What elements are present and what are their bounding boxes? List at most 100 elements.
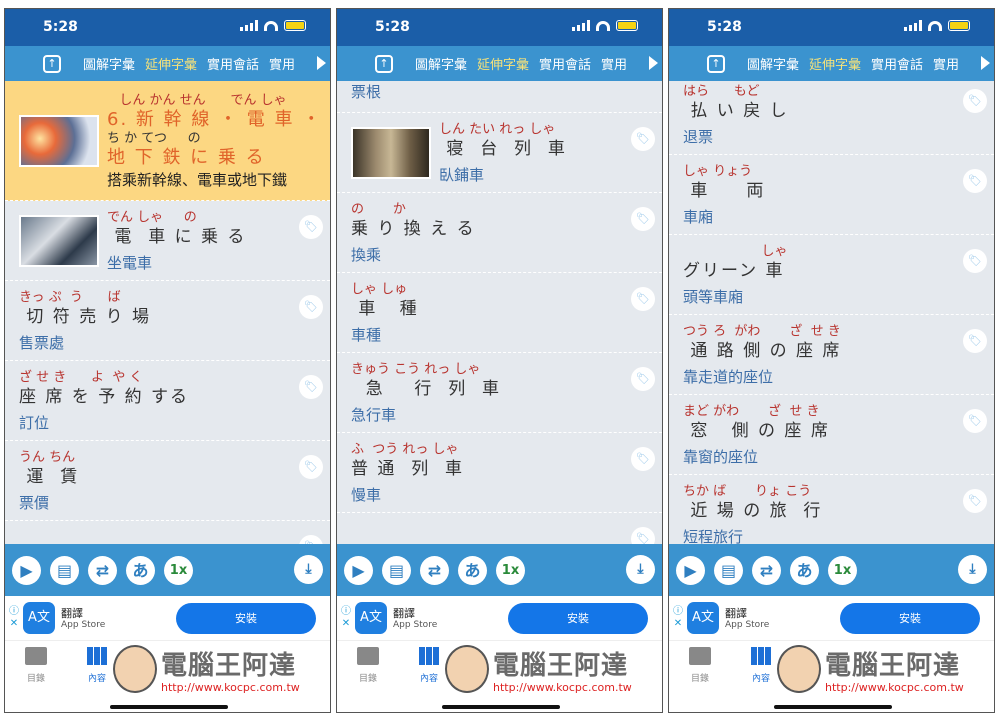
list-item[interactable]: うん ちん 運 賃票價 🏷	[5, 441, 330, 521]
list-item[interactable]: ちか ば りょ こう 近 場 の 旅 行短程旅行 🏷	[669, 475, 994, 544]
install-button[interactable]: 安裝	[176, 603, 316, 634]
bookmark-tag-icon[interactable]: 🏷	[631, 207, 655, 231]
list-item[interactable]: でん しゃ の 電 車 に 乗 る坐電車 🏷	[5, 201, 330, 281]
japanese-term: 切 符 売 り 場	[19, 306, 152, 327]
bottom-tab-1[interactable]: 內容	[751, 647, 771, 684]
script-icon[interactable]: ▤	[50, 555, 79, 585]
category-tabs: ↑ 圖解字彙 延伸字彙 實用會話 實用	[5, 46, 330, 81]
speed-button[interactable]: 1x	[164, 555, 193, 585]
bookmark-tag-icon[interactable]: 🏷	[963, 409, 987, 433]
list-item[interactable]: しゃ しゅ 車 種車種 🏷	[337, 273, 662, 353]
bookmark-tag-icon[interactable]: 🏷	[299, 535, 323, 544]
home-indicator[interactable]	[774, 705, 892, 709]
script-icon[interactable]: ▤	[714, 555, 743, 585]
bottom-tab-0[interactable]: 目錄	[25, 647, 47, 684]
section-header[interactable]: しん かん せん でん しゃ 6. 新 幹 線 ・ 電 車 ・ち か てつ の地 …	[5, 81, 330, 201]
bookmark-tag-icon[interactable]: 🏷	[299, 455, 323, 479]
ad-banner[interactable]: ⓘ ✕ A文 翻譯 App Store 安裝	[337, 596, 662, 641]
play-icon[interactable]: ▶	[676, 555, 705, 585]
play-icon[interactable]: ▶	[344, 555, 373, 585]
bookmark-tag-icon[interactable]: 🏷	[299, 215, 323, 239]
tab-2[interactable]: 實用會話	[871, 54, 923, 73]
list-item[interactable]: 票根	[337, 81, 662, 113]
list-item[interactable]: かた み ち🏷	[5, 521, 330, 544]
home-indicator[interactable]	[442, 705, 560, 709]
bookmark-tag-icon[interactable]: 🏷	[963, 489, 987, 513]
more-tabs-arrow-icon[interactable]	[317, 56, 326, 70]
ad-info-icon[interactable]: ⓘ	[341, 606, 351, 618]
bottom-tab-1[interactable]: 內容	[87, 647, 107, 684]
tab-1[interactable]: 延伸字彙	[809, 54, 861, 73]
tab-0[interactable]: 圖解字彙	[415, 54, 467, 73]
list-item[interactable]: まん いん🏷	[337, 513, 662, 544]
scroll-top-icon[interactable]: ↑	[375, 54, 393, 73]
list-item[interactable]: きっ ぷ う ば 切 符 売 り 場售票處 🏷	[5, 281, 330, 361]
bookmark-tag-icon[interactable]: 🏷	[299, 375, 323, 399]
more-tabs-arrow-icon[interactable]	[649, 56, 658, 70]
bookmark-tag-icon[interactable]: 🏷	[631, 367, 655, 391]
bookmark-tag-icon[interactable]: 🏷	[963, 329, 987, 353]
ad-close-icon[interactable]: ✕	[9, 618, 19, 630]
kana-toggle-icon[interactable]: あ	[790, 555, 819, 585]
download-icon[interactable]: ⤓	[294, 555, 323, 584]
bookmark-tag-icon[interactable]: 🏷	[631, 527, 655, 544]
swap-icon[interactable]: ⇄	[88, 555, 117, 585]
list-item[interactable]: しん たい れっ しゃ 寝 台 列 車臥鋪車 🏷	[337, 113, 662, 193]
list-item[interactable]: きゅう こう れっ しゃ 急 行 列 車急行車 🏷	[337, 353, 662, 433]
tab-2[interactable]: 實用會話	[539, 54, 591, 73]
install-button[interactable]: 安裝	[508, 603, 648, 634]
kana-toggle-icon[interactable]: あ	[126, 555, 155, 585]
home-indicator[interactable]	[110, 705, 228, 709]
list-item[interactable]: しゃ グリーン 車頭等車廂 🏷	[669, 235, 994, 315]
tab-3[interactable]: 實用	[601, 54, 627, 73]
bottom-tab-1[interactable]: 內容	[419, 647, 439, 684]
ad-close-icon[interactable]: ✕	[341, 618, 351, 630]
tab-0[interactable]: 圖解字彙	[83, 54, 135, 73]
ad-info-close[interactable]: ⓘ ✕	[673, 606, 683, 630]
ad-info-close[interactable]: ⓘ ✕	[341, 606, 351, 630]
tab-0[interactable]: 圖解字彙	[747, 54, 799, 73]
swap-icon[interactable]: ⇄	[752, 555, 781, 585]
ad-banner[interactable]: ⓘ ✕ A文 翻譯 App Store 安裝	[5, 596, 330, 641]
install-button[interactable]: 安裝	[840, 603, 980, 634]
list-item[interactable]: の か乗 り 換 え る換乘 🏷	[337, 193, 662, 273]
speed-button[interactable]: 1x	[828, 555, 857, 585]
bookmark-tag-icon[interactable]: 🏷	[963, 169, 987, 193]
bottom-tab-0[interactable]: 目錄	[689, 647, 711, 684]
list-item[interactable]: ふ つう れっ しゃ普 通 列 車慢車 🏷	[337, 433, 662, 513]
list-item[interactable]: つう ろ がわ ざ せ き 通 路 側 の 座 席靠走道的座位 🏷	[669, 315, 994, 395]
list-item[interactable]: しゃ りょう 車 両車廂 🏷	[669, 155, 994, 235]
tab-1[interactable]: 延伸字彙	[145, 54, 197, 73]
ad-banner[interactable]: ⓘ ✕ A文 翻譯 App Store 安裝	[669, 596, 994, 641]
more-tabs-arrow-icon[interactable]	[981, 56, 990, 70]
bookmark-tag-icon[interactable]: 🏷	[631, 127, 655, 151]
scroll-top-icon[interactable]: ↑	[707, 54, 725, 73]
list-item[interactable]: ざ せ き よ や く座 席 を 予 約 する 訂位 🏷	[5, 361, 330, 441]
bottom-tab-0[interactable]: 目錄	[357, 647, 379, 684]
ad-close-icon[interactable]: ✕	[673, 618, 683, 630]
phone-screen: 5:28 ↑ 圖解字彙 延伸字彙 實用會話 實用 はら もど 払 い 戻 し退票 🏷 しゃ りょ…	[668, 8, 995, 713]
bookmark-tag-icon[interactable]: 🏷	[963, 249, 987, 273]
ad-info-close[interactable]: ⓘ ✕	[9, 606, 19, 630]
furigana: きゅう こう れっ しゃ	[351, 361, 481, 377]
download-icon[interactable]: ⤓	[958, 555, 987, 584]
ad-info-icon[interactable]: ⓘ	[673, 606, 683, 618]
tab-1[interactable]: 延伸字彙	[477, 54, 529, 73]
bookmark-tag-icon[interactable]: 🏷	[963, 89, 987, 113]
scroll-top-icon[interactable]: ↑	[43, 54, 61, 73]
kana-toggle-icon[interactable]: あ	[458, 555, 487, 585]
list-item[interactable]: まど がわ ざ せ き 窓 側 の 座 席靠窗的座位 🏷	[669, 395, 994, 475]
download-icon[interactable]: ⤓	[626, 555, 655, 584]
play-icon[interactable]: ▶	[12, 555, 41, 585]
tab-3[interactable]: 實用	[933, 54, 959, 73]
speed-button[interactable]: 1x	[496, 555, 525, 585]
bookmark-tag-icon[interactable]: 🏷	[631, 287, 655, 311]
tab-3[interactable]: 實用	[269, 54, 295, 73]
bookmark-tag-icon[interactable]: 🏷	[299, 295, 323, 319]
swap-icon[interactable]: ⇄	[420, 555, 449, 585]
script-icon[interactable]: ▤	[382, 555, 411, 585]
ad-info-icon[interactable]: ⓘ	[9, 606, 19, 618]
list-item[interactable]: はら もど 払 い 戻 し退票 🏷	[669, 81, 994, 155]
tab-2[interactable]: 實用會話	[207, 54, 259, 73]
bookmark-tag-icon[interactable]: 🏷	[631, 447, 655, 471]
